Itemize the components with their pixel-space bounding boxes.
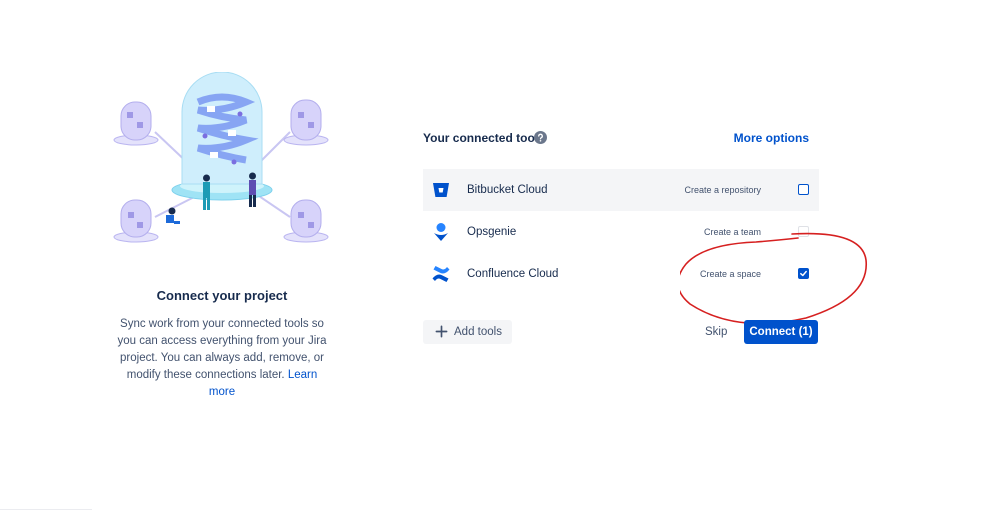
tool-action-label: Create a team bbox=[703, 227, 761, 237]
connect-label: Connect (1) bbox=[749, 326, 813, 338]
create-space-checkbox[interactable] bbox=[798, 268, 809, 279]
tool-row-confluence[interactable]: Confluence Cloud Create a space bbox=[423, 253, 819, 295]
tool-row-bitbucket[interactable]: Bitbucket Cloud Create a repository bbox=[423, 169, 819, 211]
jar-bottom-left bbox=[113, 199, 159, 243]
central-jar bbox=[171, 72, 273, 201]
opsgenie-icon bbox=[434, 223, 448, 241]
connected-tools-illustration bbox=[113, 72, 329, 243]
connected-tools-header: Your connected tools More options bbox=[423, 130, 819, 148]
tool-name: Bitbucket Cloud bbox=[467, 184, 548, 196]
jar-top-left bbox=[113, 101, 159, 146]
connect-project-description: Sync work from your connected tools so y… bbox=[114, 316, 330, 401]
connect-project-title: Connect your project bbox=[156, 288, 288, 303]
connect-button[interactable]: Connect (1) bbox=[744, 320, 818, 344]
connected-tools-title: Your connected tools bbox=[423, 131, 545, 145]
skip-button[interactable]: Skip bbox=[705, 324, 727, 340]
create-team-checkbox[interactable] bbox=[798, 226, 809, 237]
confluence-icon bbox=[432, 266, 450, 282]
tool-action-label: Create a repository bbox=[684, 185, 761, 195]
add-tools-label: Add tools bbox=[454, 326, 502, 338]
question-circle-icon[interactable] bbox=[534, 131, 547, 144]
more-options-link[interactable]: More options bbox=[734, 130, 809, 146]
add-tools-button[interactable]: Add tools bbox=[423, 320, 512, 344]
tool-name: Confluence Cloud bbox=[467, 268, 559, 280]
checkmark-icon bbox=[800, 270, 807, 277]
tool-action-label: Create a space bbox=[699, 269, 761, 279]
plus-icon bbox=[435, 325, 448, 338]
tool-name: Opsgenie bbox=[467, 226, 517, 238]
create-repository-checkbox[interactable] bbox=[798, 184, 809, 195]
jar-bottom-right bbox=[283, 199, 329, 243]
jar-top-right bbox=[283, 99, 329, 146]
connect-project-page: Connect your project Sync work from your… bbox=[0, 0, 999, 512]
bottom-divider bbox=[0, 509, 92, 510]
bitbucket-icon bbox=[433, 183, 449, 197]
tool-row-opsgenie[interactable]: Opsgenie Create a team bbox=[423, 211, 819, 253]
